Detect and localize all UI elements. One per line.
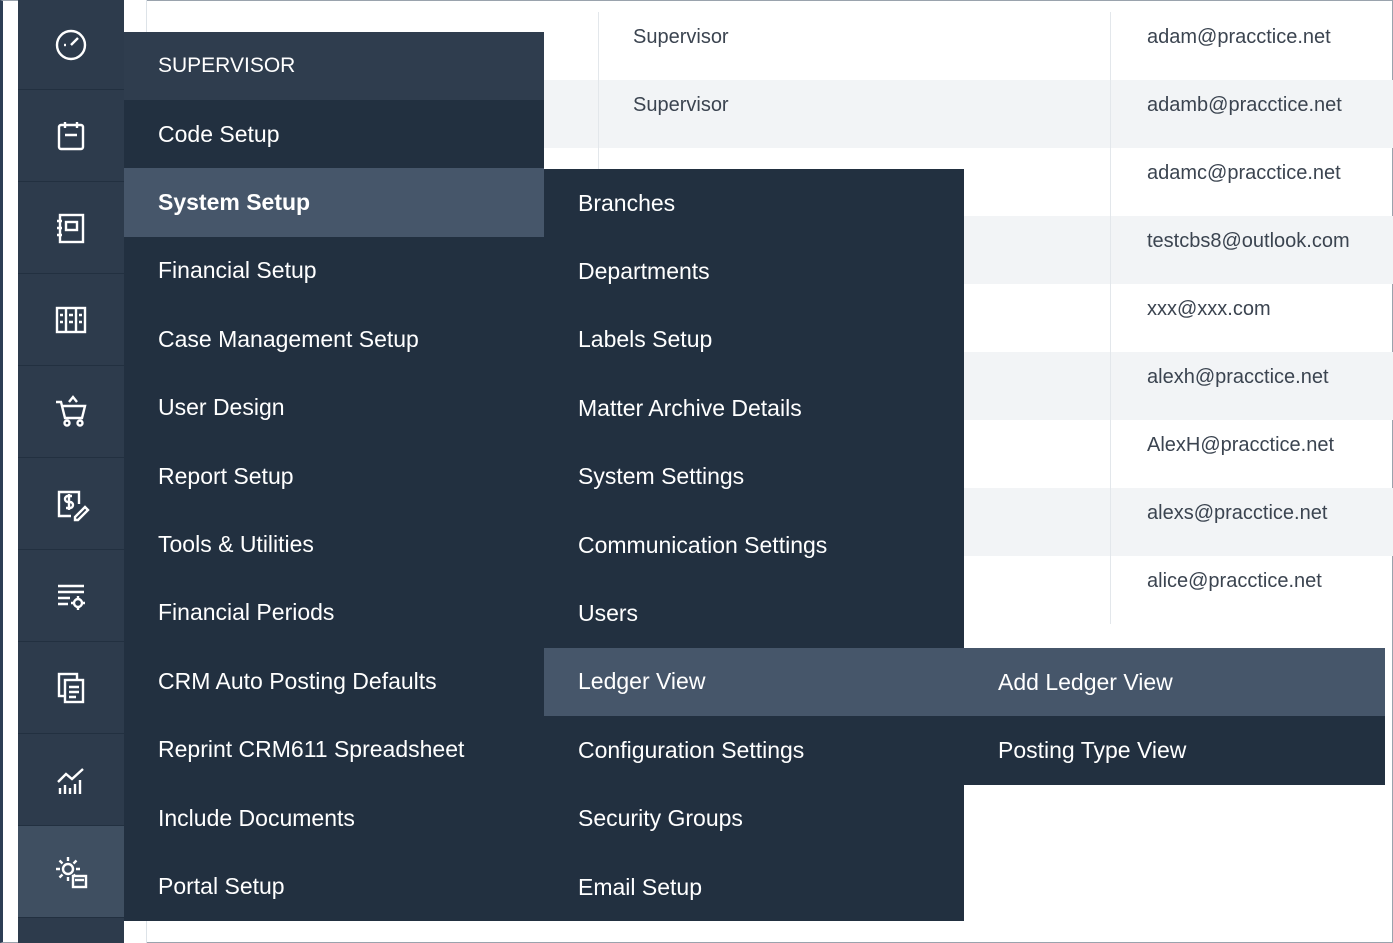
- documents-icon: [57, 672, 85, 703]
- ledger-icon: [55, 306, 87, 333]
- menu-item-reprint-crm611-spreadsheet[interactable]: Reprint CRM611 Spreadsheet: [124, 716, 544, 784]
- ledger-view-submenu: Add Ledger View Posting Type View: [964, 648, 1385, 785]
- rail-item-list-settings[interactable]: [18, 550, 124, 642]
- menu-item-include-documents[interactable]: Include Documents: [124, 784, 544, 852]
- menu-item-matter-archive-details[interactable]: Matter Archive Details: [544, 374, 964, 442]
- rail-item-analytics[interactable]: [18, 734, 124, 826]
- email-cell: adamc@pracctice.net: [1110, 148, 1393, 216]
- rail-item-billing[interactable]: [18, 458, 124, 550]
- contacts-book-icon: [57, 213, 85, 243]
- email-cell: alexh@pracctice.net: [1110, 352, 1393, 420]
- menu-item-case-management-setup[interactable]: Case Management Setup: [124, 305, 544, 373]
- email-cell: adam@pracctice.net: [1110, 12, 1393, 80]
- analytics-icon: [57, 767, 84, 794]
- email-cell: alexs@pracctice.net: [1110, 488, 1393, 556]
- supervisor-menu: SUPERVISOR Code Setup System Setup Finan…: [124, 32, 544, 921]
- menu-item-users[interactable]: Users: [544, 579, 964, 647]
- menu-item-user-design[interactable]: User Design: [124, 374, 544, 442]
- rail-item-calendar[interactable]: [18, 90, 124, 182]
- menu-item-communication-settings[interactable]: Communication Settings: [544, 511, 964, 579]
- rail-item-system-settings[interactable]: [18, 826, 124, 918]
- rail-item-ledger[interactable]: [18, 274, 124, 366]
- menu-item-system-settings[interactable]: System Settings: [544, 443, 964, 511]
- role-cell: Supervisor: [598, 80, 1110, 148]
- menu-item-financial-setup[interactable]: Financial Setup: [124, 237, 544, 305]
- menu-item-add-ledger-view[interactable]: Add Ledger View: [964, 648, 1385, 717]
- menu-item-code-setup[interactable]: Code Setup: [124, 100, 544, 168]
- rail-item-dashboard[interactable]: [18, 0, 124, 90]
- email-cell: alice@pracctice.net: [1110, 556, 1393, 624]
- billing-icon: [57, 490, 90, 521]
- menu-item-financial-periods[interactable]: Financial Periods: [124, 579, 544, 647]
- role-cell: Supervisor: [598, 12, 1110, 80]
- rail-item-contacts[interactable]: [18, 182, 124, 274]
- menu-item-labels-setup[interactable]: Labels Setup: [544, 306, 964, 374]
- menu-item-tools-utilities[interactable]: Tools & Utilities: [124, 510, 544, 578]
- email-cell: AlexH@pracctice.net: [1110, 420, 1393, 488]
- menu-item-departments[interactable]: Departments: [544, 237, 964, 305]
- email-cell: adamb@pracctice.net: [1110, 80, 1393, 148]
- rail-item-cart[interactable]: [18, 366, 124, 458]
- menu-item-email-setup[interactable]: Email Setup: [544, 853, 964, 921]
- email-cell: xxx@xxx.com: [1110, 284, 1393, 352]
- menu-item-portal-setup[interactable]: Portal Setup: [124, 852, 544, 920]
- menu-item-posting-type-view[interactable]: Posting Type View: [964, 716, 1385, 784]
- system-settings-icon: [56, 856, 88, 888]
- email-cell: testcbs8@outlook.com: [1110, 216, 1393, 284]
- cart-icon: [56, 394, 87, 427]
- menu-header-supervisor: SUPERVISOR: [124, 32, 544, 100]
- system-setup-submenu: Branches Departments Labels Setup Matter…: [544, 169, 964, 922]
- menu-item-configuration-settings[interactable]: Configuration Settings: [544, 716, 964, 784]
- calendar-icon: [57, 121, 85, 150]
- sidebar-rail: [18, 0, 124, 943]
- menu-item-report-setup[interactable]: Report Setup: [124, 442, 544, 510]
- rail-item-documents[interactable]: [18, 642, 124, 734]
- menu-item-security-groups[interactable]: Security Groups: [544, 785, 964, 853]
- list-settings-icon: [58, 584, 85, 610]
- menu-item-system-setup[interactable]: System Setup: [124, 168, 544, 237]
- menu-item-crm-auto-posting-defaults[interactable]: CRM Auto Posting Defaults: [124, 647, 544, 715]
- dashboard-icon: [55, 29, 87, 60]
- menu-item-ledger-view[interactable]: Ledger View: [544, 647, 964, 717]
- menu-item-branches[interactable]: Branches: [544, 169, 964, 237]
